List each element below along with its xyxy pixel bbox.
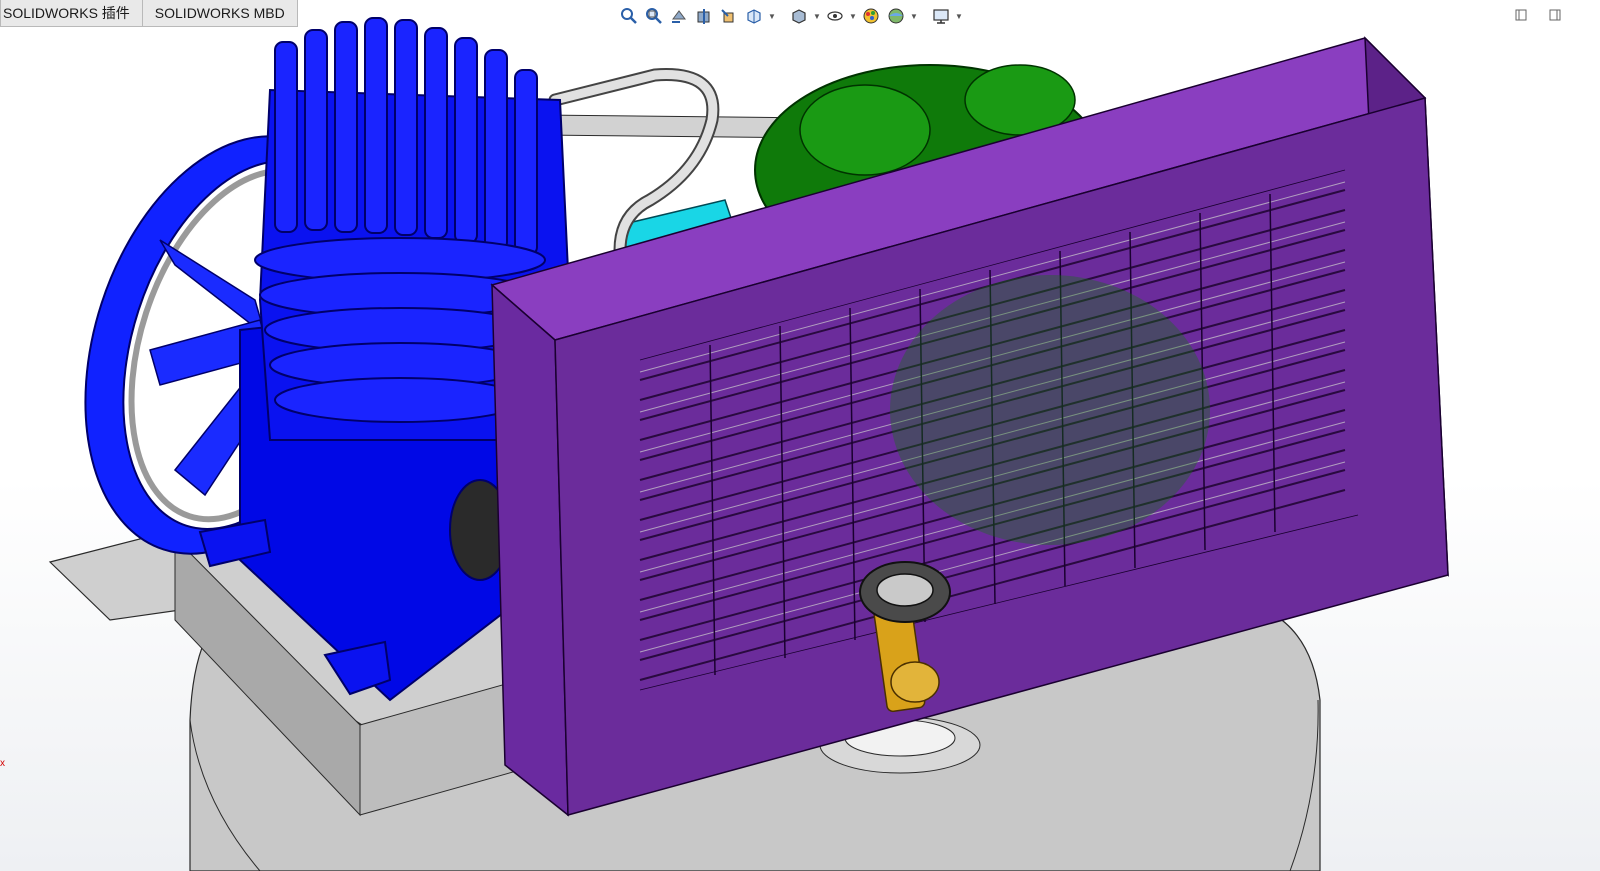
tab-solidworks-addins[interactable]: SOLIDWORKS 插件 <box>0 0 143 27</box>
previous-view-icon[interactable] <box>668 5 690 27</box>
view-settings-icon[interactable] <box>930 5 952 27</box>
maximize-panel-icon[interactable] <box>1546 6 1564 24</box>
graphics-area[interactable]: SOLIDWORKS 插件 SOLIDWORKS MBD ▼ ▼ ▼ ▼ ▼ x <box>0 0 1600 871</box>
heads-up-view-toolbar: ▼ ▼ ▼ ▼ ▼ <box>618 4 963 28</box>
command-manager-tabs: SOLIDWORKS 插件 SOLIDWORKS MBD <box>0 0 298 27</box>
tab-solidworks-mbd[interactable]: SOLIDWORKS MBD <box>142 0 298 27</box>
display-style-dropdown-icon[interactable]: ▼ <box>813 5 821 27</box>
view-orientation-icon[interactable] <box>743 5 765 27</box>
dynamic-annotation-views-icon[interactable] <box>718 5 740 27</box>
reference-triad-axis-label: x <box>0 758 5 769</box>
display-style-icon[interactable] <box>788 5 810 27</box>
view-settings-dropdown-icon[interactable]: ▼ <box>955 5 963 27</box>
apply-scene-icon[interactable] <box>885 5 907 27</box>
restore-panel-icon[interactable] <box>1512 6 1530 24</box>
edit-appearance-icon[interactable] <box>860 5 882 27</box>
hide-show-items-icon[interactable] <box>824 5 846 27</box>
section-view-icon[interactable] <box>693 5 715 27</box>
zoom-to-area-icon[interactable] <box>643 5 665 27</box>
zoom-to-fit-icon[interactable] <box>618 5 640 27</box>
hide-show-items-dropdown-icon[interactable]: ▼ <box>849 5 857 27</box>
compressor-model[interactable] <box>0 0 1600 871</box>
apply-scene-dropdown-icon[interactable]: ▼ <box>910 5 918 27</box>
view-orientation-dropdown-icon[interactable]: ▼ <box>768 5 776 27</box>
